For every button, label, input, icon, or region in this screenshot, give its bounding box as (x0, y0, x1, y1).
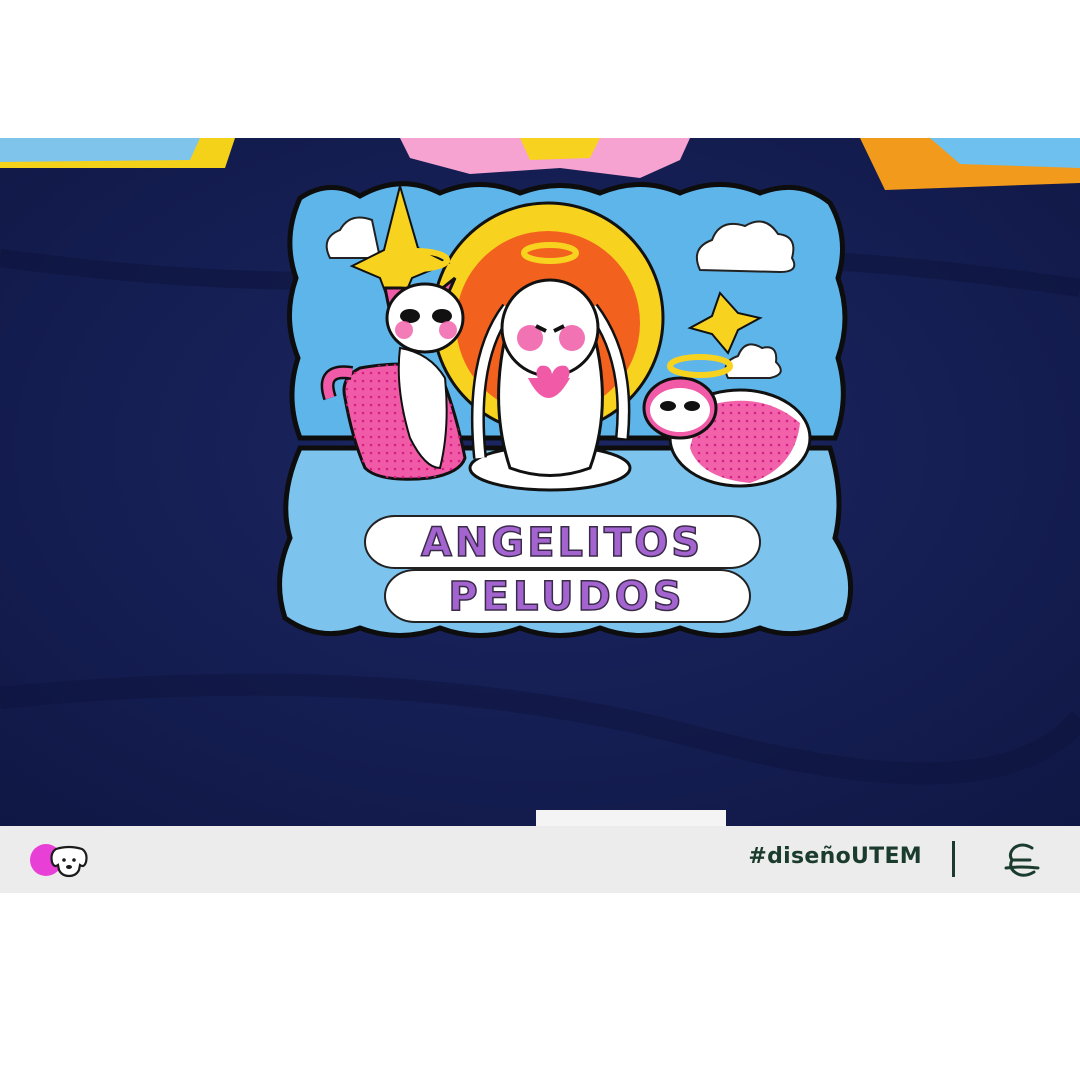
utem-logo-icon (1004, 843, 1040, 877)
title-line-1: ANGELITOS (421, 520, 703, 566)
right-card-edge (860, 138, 1080, 190)
left-card-edge (0, 138, 235, 168)
title-line-2: PELUDOS (448, 574, 685, 620)
footer-bar: #diseñoUTEM (0, 826, 1080, 893)
dog-face-icon (30, 844, 88, 878)
photo: ANGELITOS PELUDOS (0, 138, 1080, 826)
footer-separator (952, 841, 955, 877)
hashtag-label: #diseñoUTEM (748, 844, 922, 869)
craft-title: ANGELITOS PELUDOS (364, 515, 761, 623)
popup-card: ANGELITOS PELUDOS (277, 181, 854, 638)
photo-illustration: ANGELITOS PELUDOS (0, 138, 1080, 826)
paper-note (536, 810, 726, 826)
